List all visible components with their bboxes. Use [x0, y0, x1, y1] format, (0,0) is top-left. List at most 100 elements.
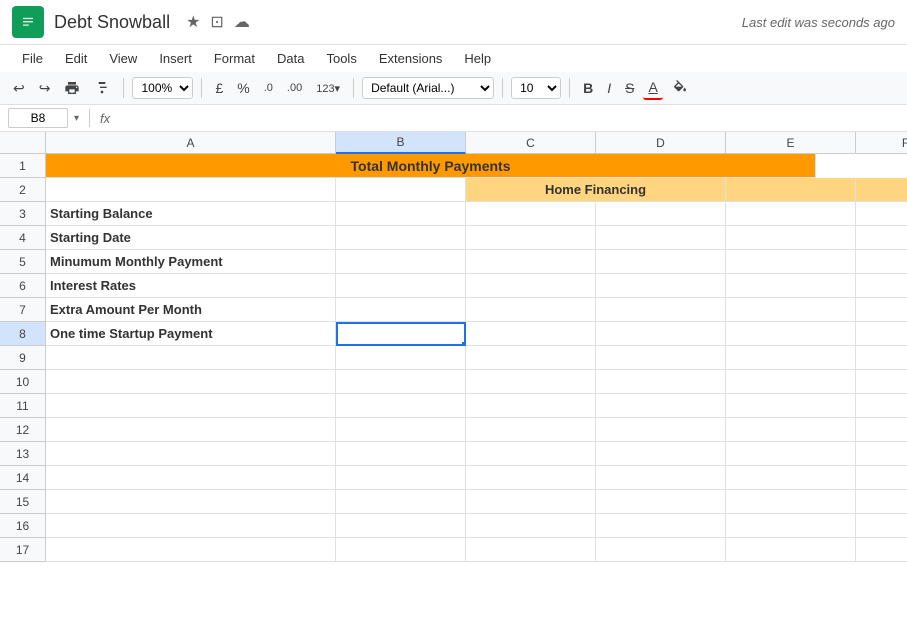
strikethrough-button[interactable]: S	[620, 77, 639, 99]
cell-e14[interactable]	[726, 466, 856, 490]
cell-e15[interactable]	[726, 490, 856, 514]
row-num-12[interactable]: 12	[0, 418, 46, 442]
cell-c9[interactable]	[466, 346, 596, 370]
decimal-more-button[interactable]: .00	[282, 79, 307, 97]
cell-f8[interactable]	[856, 322, 907, 346]
cell-b11[interactable]	[336, 394, 466, 418]
cell-c3[interactable]	[466, 202, 596, 226]
cell-d10[interactable]	[596, 370, 726, 394]
cell-a7[interactable]: Extra Amount Per Month	[46, 298, 336, 322]
formula-input[interactable]	[116, 109, 899, 128]
cell-a2[interactable]	[46, 178, 336, 202]
row-num-4[interactable]: 4	[0, 226, 46, 250]
cell-d8[interactable]	[596, 322, 726, 346]
cell-a5[interactable]: Minumum Monthly Payment	[46, 250, 336, 274]
cell-reference-input[interactable]: B8	[8, 108, 68, 128]
print-button[interactable]	[59, 77, 85, 99]
folder-icon[interactable]: ⊡	[210, 12, 223, 32]
menu-tools[interactable]: Tools	[316, 47, 366, 70]
cell-b7[interactable]	[336, 298, 466, 322]
cell-f13[interactable]	[856, 442, 907, 466]
cell-c5[interactable]	[466, 250, 596, 274]
cell-c6[interactable]	[466, 274, 596, 298]
cell-b14[interactable]	[336, 466, 466, 490]
cell-d17[interactable]	[596, 538, 726, 562]
col-header-c[interactable]: C	[466, 132, 596, 154]
cell-a12[interactable]	[46, 418, 336, 442]
cell-e8[interactable]	[726, 322, 856, 346]
menu-format[interactable]: Format	[204, 47, 265, 70]
row-num-6[interactable]: 6	[0, 274, 46, 298]
cell-a9[interactable]	[46, 346, 336, 370]
row-num-2[interactable]: 2	[0, 178, 46, 202]
menu-data[interactable]: Data	[267, 47, 314, 70]
cell-c13[interactable]	[466, 442, 596, 466]
cell-a10[interactable]	[46, 370, 336, 394]
row-num-7[interactable]: 7	[0, 298, 46, 322]
cell-b9[interactable]	[336, 346, 466, 370]
cell-f4[interactable]	[856, 226, 907, 250]
cell-b2[interactable]	[336, 178, 466, 202]
cell-b13[interactable]	[336, 442, 466, 466]
cell-a4[interactable]: Starting Date	[46, 226, 336, 250]
cell-c10[interactable]	[466, 370, 596, 394]
cell-a11[interactable]	[46, 394, 336, 418]
row-num-17[interactable]: 17	[0, 538, 46, 562]
cell-f7[interactable]	[856, 298, 907, 322]
cell-e13[interactable]	[726, 442, 856, 466]
cell-e4[interactable]	[726, 226, 856, 250]
cell-d7[interactable]	[596, 298, 726, 322]
bold-button[interactable]: B	[578, 77, 598, 99]
more-formats-button[interactable]: 123▾	[311, 79, 345, 98]
row-num-3[interactable]: 3	[0, 202, 46, 226]
currency-button[interactable]: £	[210, 77, 228, 99]
cell-c12[interactable]	[466, 418, 596, 442]
row-num-16[interactable]: 16	[0, 514, 46, 538]
col-header-d[interactable]: D	[596, 132, 726, 154]
cloud-icon[interactable]: ☁	[234, 12, 250, 32]
cell-f10[interactable]	[856, 370, 907, 394]
cell-e12[interactable]	[726, 418, 856, 442]
cell-b8[interactable]	[336, 322, 466, 346]
cell-f12[interactable]	[856, 418, 907, 442]
cell-d11[interactable]	[596, 394, 726, 418]
cell-b17[interactable]	[336, 538, 466, 562]
undo-button[interactable]: ↩	[8, 77, 30, 100]
cell-d13[interactable]	[596, 442, 726, 466]
cell-f6[interactable]	[856, 274, 907, 298]
cell-e9[interactable]	[726, 346, 856, 370]
cell-f17[interactable]	[856, 538, 907, 562]
menu-help[interactable]: Help	[454, 47, 501, 70]
cell-f3[interactable]	[856, 202, 907, 226]
row-num-10[interactable]: 10	[0, 370, 46, 394]
cell-d2[interactable]	[726, 178, 856, 202]
cell-c4[interactable]	[466, 226, 596, 250]
cell-d5[interactable]	[596, 250, 726, 274]
col-header-b[interactable]: B	[336, 132, 466, 154]
decimal-less-button[interactable]: .0	[259, 79, 278, 97]
cell-c7[interactable]	[466, 298, 596, 322]
cell-d16[interactable]	[596, 514, 726, 538]
menu-view[interactable]: View	[99, 47, 147, 70]
menu-file[interactable]: File	[12, 47, 53, 70]
cell-d6[interactable]	[596, 274, 726, 298]
cell-c16[interactable]	[466, 514, 596, 538]
cell-e17[interactable]	[726, 538, 856, 562]
cell-b6[interactable]	[336, 274, 466, 298]
row-num-14[interactable]: 14	[0, 466, 46, 490]
cell-f5[interactable]	[856, 250, 907, 274]
cell-e11[interactable]	[726, 394, 856, 418]
text-color-button[interactable]: A	[643, 76, 662, 100]
menu-edit[interactable]: Edit	[55, 47, 97, 70]
row-num-11[interactable]: 11	[0, 394, 46, 418]
paint-format-button[interactable]	[89, 77, 115, 99]
cell-a1[interactable]: Total Monthly Payments	[46, 154, 816, 178]
cell-b15[interactable]	[336, 490, 466, 514]
cell-c8[interactable]	[466, 322, 596, 346]
cell-e3[interactable]	[726, 202, 856, 226]
menu-insert[interactable]: Insert	[149, 47, 202, 70]
zoom-select[interactable]: 100% 75% 50%	[132, 77, 193, 99]
percent-button[interactable]: %	[232, 77, 254, 99]
cell-f9[interactable]	[856, 346, 907, 370]
cell-d9[interactable]	[596, 346, 726, 370]
